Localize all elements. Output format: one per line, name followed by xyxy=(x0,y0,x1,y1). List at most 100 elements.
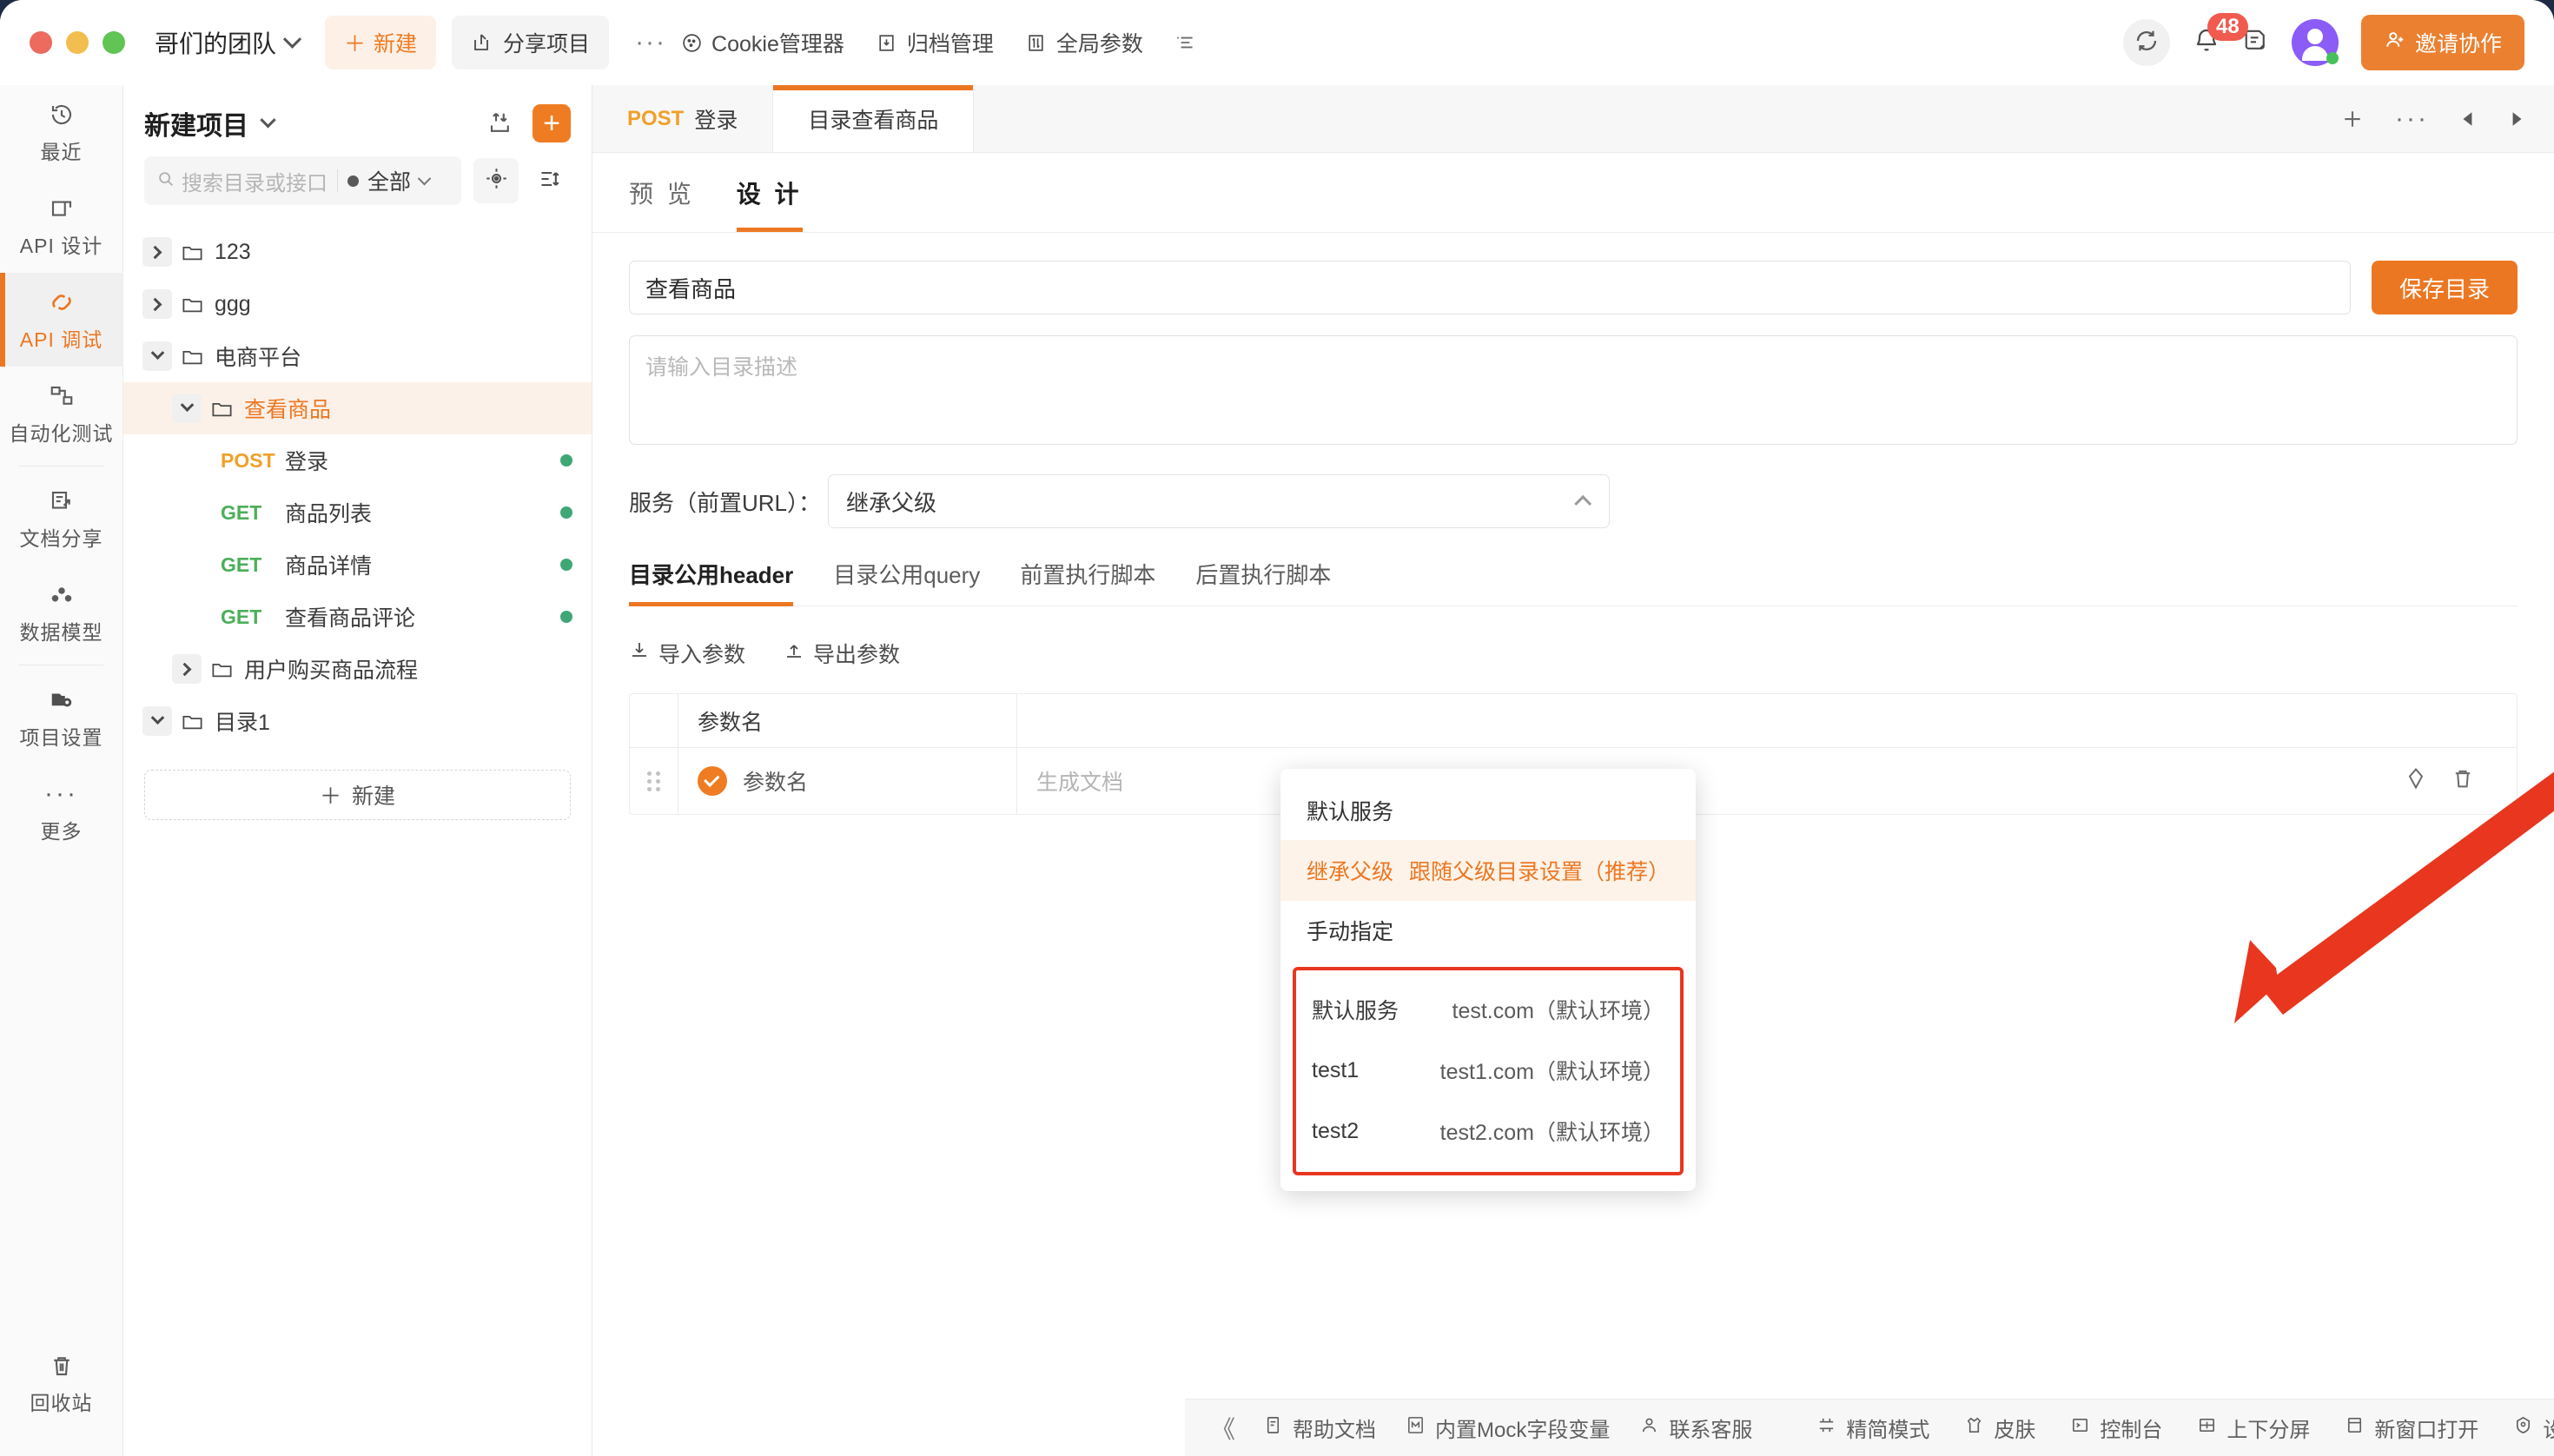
split-screen-button[interactable]: 上下分屏 xyxy=(2197,1413,2310,1443)
share-project-button[interactable]: 分享项目 xyxy=(452,16,609,69)
sidebar-item-doc-share[interactable]: 文档分享 xyxy=(0,472,122,566)
service-select[interactable]: 继承父级 xyxy=(828,474,1610,528)
tree-node-view-product[interactable]: 查看商品 xyxy=(123,382,592,434)
tree-node-product-list[interactable]: GET 商品列表 xyxy=(123,486,592,539)
locate-button[interactable] xyxy=(473,158,519,203)
sidebar-item-trash[interactable]: 回收站 xyxy=(0,1336,122,1430)
dropdown-option-test1[interactable]: test1 test1.com（默认环境） xyxy=(1296,1040,1680,1101)
search-input[interactable]: 搜索目录或接口 全部 xyxy=(144,156,461,205)
console-button[interactable]: 控制台 xyxy=(2070,1413,2162,1443)
param-name-input[interactable]: 参数名 xyxy=(743,765,808,797)
collapse-arrow[interactable] xyxy=(142,706,172,736)
compact-mode-button[interactable]: 精简模式 xyxy=(1816,1413,1929,1443)
avatar[interactable] xyxy=(2292,19,2339,66)
new-window-button[interactable]: 新窗口打开 xyxy=(2345,1413,2478,1443)
notifications-button[interactable]: 48 xyxy=(2193,27,2220,59)
skin-button[interactable]: 皮肤 xyxy=(1964,1413,2035,1443)
status-indicator xyxy=(560,454,572,467)
contact-support-button[interactable]: 联系客服 xyxy=(1639,1413,1752,1443)
tree-node-purchase-flow[interactable]: 用户购买商品流程 xyxy=(123,643,592,695)
row-name-cell[interactable]: 参数名 xyxy=(678,748,1017,814)
tree-node-login[interactable]: POST 登录 xyxy=(123,434,592,486)
param-value-input[interactable]: 生成文档 xyxy=(1036,765,1123,797)
tab-preview[interactable]: 预 览 xyxy=(629,153,695,232)
dropdown-option-inherit-parent[interactable]: 继承父级 跟随父级目录设置（推荐） xyxy=(1280,840,1696,901)
dropdown-option-default-service[interactable]: 默认服务 test.com（默认环境） xyxy=(1296,979,1680,1040)
sync-button[interactable] xyxy=(2123,19,2170,66)
collapse-arrow[interactable] xyxy=(172,394,202,423)
tab-pre-script[interactable]: 前置执行脚本 xyxy=(1020,558,1155,606)
row-drag-handle[interactable] xyxy=(630,748,678,814)
sidebar-label-data-model: 数据模型 xyxy=(0,616,122,645)
trash-icon[interactable] xyxy=(2451,766,2475,797)
tab-prev-button[interactable] xyxy=(2458,109,2478,129)
cookie-manager-menu[interactable]: Cookie管理器 xyxy=(680,27,844,58)
tree-node-ggg[interactable]: ggg xyxy=(123,278,592,330)
minimize-window-button[interactable] xyxy=(66,31,89,54)
archive-manager-menu[interactable]: 归档管理 xyxy=(876,27,994,58)
params-table-header: 参数名 xyxy=(630,694,2517,748)
sidebar-item-more[interactable]: ··· 更多 xyxy=(0,764,122,858)
sidebar-item-api-design[interactable]: API 设计 xyxy=(0,179,122,273)
plus-icon: ＋ xyxy=(320,779,341,811)
tab-common-header[interactable]: 目录公用header xyxy=(629,558,793,606)
folder-icon xyxy=(181,293,204,316)
expand-arrow[interactable] xyxy=(142,237,172,267)
tab-more-button[interactable]: ··· xyxy=(2395,112,2429,125)
invite-collaborate-button[interactable]: 邀请协作 xyxy=(2361,15,2524,70)
chevron-down-icon[interactable] xyxy=(260,112,275,128)
invite-collaborate-label: 邀请协作 xyxy=(2415,27,2502,58)
list-toggle-button[interactable] xyxy=(1174,31,1197,54)
tab-design[interactable]: 设 计 xyxy=(737,153,803,232)
global-params-menu[interactable]: 全局参数 xyxy=(1025,27,1143,58)
tab-directory-view-product[interactable]: 目录查看商品 xyxy=(773,85,974,152)
folder-icon xyxy=(181,345,204,368)
mock-variables-button[interactable]: 内置Mock字段变量 xyxy=(1406,1413,1610,1443)
directory-name-input[interactable]: 查看商品 xyxy=(629,261,2351,314)
import-export-button[interactable] xyxy=(482,105,519,142)
collapse-icon[interactable]: 《 xyxy=(1211,1411,1235,1446)
tree-new-button[interactable]: ＋ 新建 xyxy=(144,770,571,820)
import-params-button[interactable]: 导入参数 xyxy=(629,638,745,669)
tab-next-button[interactable] xyxy=(2507,109,2526,129)
tree-node-product-detail[interactable]: GET 商品详情 xyxy=(123,539,592,591)
team-selector[interactable]: 哥们的团队 xyxy=(155,25,299,60)
debug-icon xyxy=(0,288,122,317)
tab-login[interactable]: POST 登录 xyxy=(592,85,773,152)
service-dropdown-menu: 默认服务 继承父级 跟随父级目录设置（推荐） 手动指定 默认服务 test.co… xyxy=(1280,769,1696,1191)
tab-post-script[interactable]: 后置执行脚本 xyxy=(1195,558,1331,606)
sidebar-item-recent[interactable]: 最近 xyxy=(0,85,122,179)
sidebar-item-api-debug[interactable]: API 调试 xyxy=(0,273,122,367)
sidebar-item-automation[interactable]: 自动化测试 xyxy=(0,367,122,460)
titlebar-more-button[interactable]: ··· xyxy=(621,28,680,57)
sort-button[interactable] xyxy=(531,161,571,201)
expand-arrow[interactable] xyxy=(142,289,172,319)
help-doc-button[interactable]: 帮助文档 xyxy=(1263,1413,1376,1443)
sidebar-item-project-settings[interactable]: 项目设置 xyxy=(0,671,122,764)
tree-node-directory1[interactable]: 目录1 xyxy=(123,695,592,747)
table-header-spacer xyxy=(630,694,678,747)
dropdown-option-test2[interactable]: test2 test2.com（默认环境） xyxy=(1296,1101,1680,1161)
save-directory-button[interactable]: 保存目录 xyxy=(2372,261,2518,314)
tab-common-query[interactable]: 目录公用query xyxy=(833,558,980,606)
row-value-cell[interactable]: 生成文档 xyxy=(1017,748,2517,814)
tree-add-button[interactable]: + xyxy=(533,104,571,142)
tree-node-ecommerce[interactable]: 电商平台 xyxy=(123,330,592,382)
expand-arrow[interactable] xyxy=(172,654,202,684)
maximize-window-button[interactable] xyxy=(103,31,125,54)
directory-description-textarea[interactable]: 请输入目录描述 xyxy=(629,335,2518,445)
diamond-icon[interactable] xyxy=(2404,766,2428,797)
new-button[interactable]: ＋ 新建 xyxy=(325,16,436,69)
close-window-button[interactable] xyxy=(30,31,52,54)
tree-node-product-reviews[interactable]: GET 查看商品评论 xyxy=(123,591,592,643)
sidebar-item-data-model[interactable]: 数据模型 xyxy=(0,566,122,659)
settings-button[interactable]: 设置 xyxy=(2513,1413,2554,1443)
export-params-button[interactable]: 导出参数 xyxy=(784,638,900,669)
search-placeholder: 搜索目录或接口 xyxy=(182,166,328,196)
tree-node-123[interactable]: 123 xyxy=(123,226,592,278)
collapse-arrow[interactable] xyxy=(142,341,172,371)
chevron-down-icon xyxy=(283,30,301,48)
tree-filter-dropdown[interactable]: 全部 xyxy=(347,165,429,196)
add-tab-button[interactable] xyxy=(2339,106,2365,132)
row-checkbox[interactable] xyxy=(698,766,727,796)
